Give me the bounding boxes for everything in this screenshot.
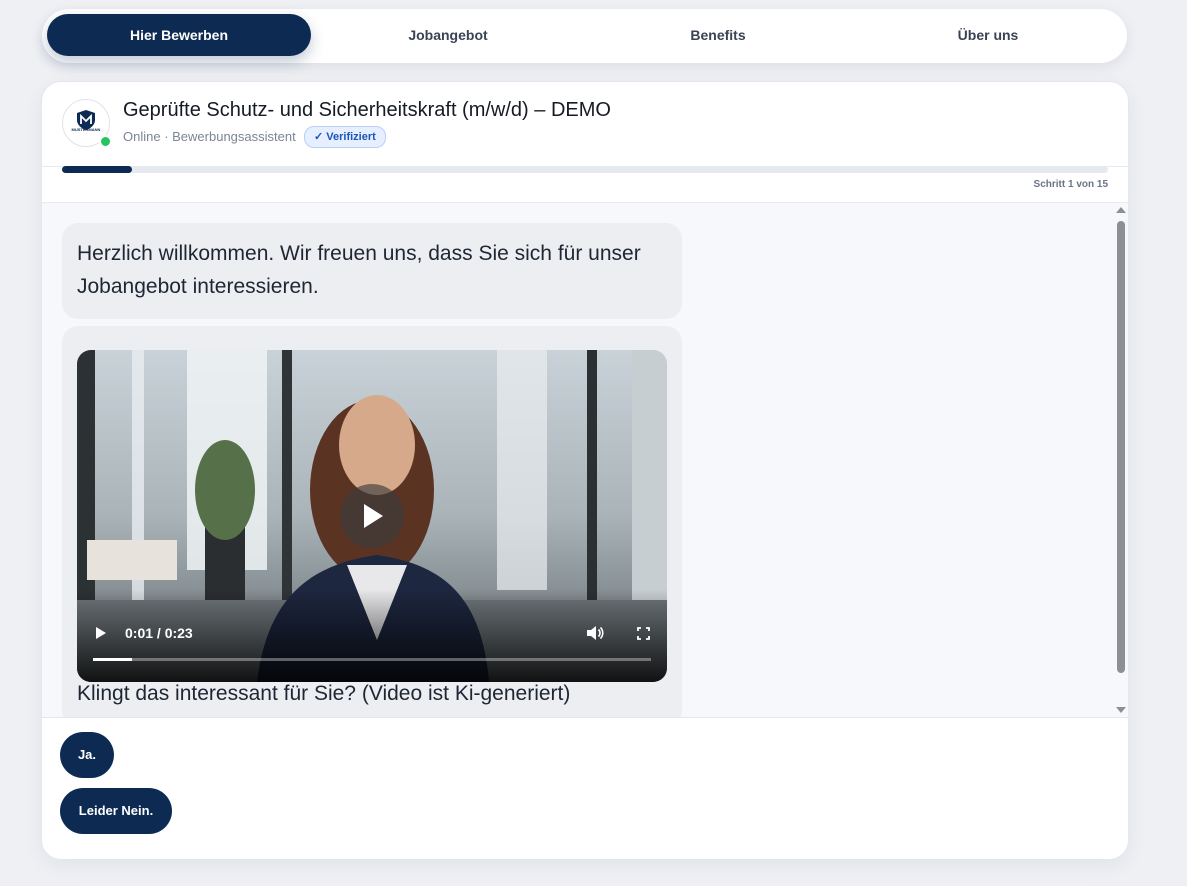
job-title: Geprüfte Schutz- und Sicherheitskraft (m…	[123, 99, 611, 121]
video-player[interactable]: 0:01 / 0:23	[77, 350, 667, 682]
online-status-dot	[99, 135, 112, 148]
logo-wordmark: MUSTERMANN	[71, 127, 101, 132]
scrollbar-thumb[interactable]	[1117, 221, 1125, 673]
tab-ueber-uns[interactable]: Über uns	[854, 14, 1122, 56]
progress-bar	[62, 166, 1108, 173]
reply-no-button[interactable]: Leider Nein.	[60, 788, 172, 834]
step-counter: Schritt 1 von 15	[1033, 179, 1108, 190]
play-icon[interactable]	[95, 626, 107, 640]
message-bubble: Herzlich willkommen. Wir freuen uns, das…	[62, 223, 682, 319]
tab-jobangebot[interactable]: Jobangebot	[314, 14, 582, 56]
application-chat-card: MUSTERMANN Geprüfte Schutz- und Sicherhe…	[41, 81, 1129, 860]
divider	[42, 717, 1128, 718]
chat-header: MUSTERMANN Geprüfte Schutz- und Sicherhe…	[42, 82, 1128, 167]
tab-hier-bewerben[interactable]: Hier Bewerben	[47, 14, 311, 56]
verified-badge: ✓ Verifiziert	[304, 126, 386, 148]
chat-messages[interactable]: Herzlich willkommen. Wir freuen uns, das…	[42, 203, 1128, 717]
fullscreen-icon[interactable]	[637, 627, 650, 640]
assistant-status: Online · Bewerbungsassistent	[123, 129, 296, 144]
top-navigation: Hier Bewerben Jobangebot Benefits Über u…	[42, 9, 1127, 63]
scroll-down-arrow-icon[interactable]	[1116, 707, 1126, 713]
progress-bar-fill	[62, 166, 132, 173]
reply-yes-button[interactable]: Ja.	[60, 732, 114, 778]
tab-benefits[interactable]: Benefits	[584, 14, 852, 56]
volume-icon[interactable]	[586, 625, 604, 641]
welcome-message: Herzlich willkommen. Wir freuen uns, das…	[77, 242, 641, 298]
video-time: 0:01 / 0:23	[125, 625, 193, 641]
video-caption: Klingt das interessant für Sie? (Video i…	[77, 682, 571, 705]
video-message-bubble: 0:01 / 0:23 Klingt das interessant für S…	[62, 326, 682, 717]
scroll-up-arrow-icon[interactable]	[1116, 207, 1126, 213]
